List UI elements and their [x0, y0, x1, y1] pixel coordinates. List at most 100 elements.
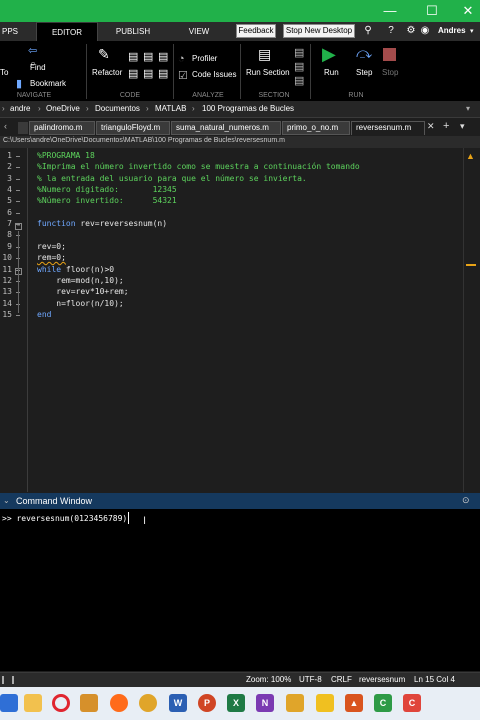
code-line[interactable]: %PROGRAMA 18	[37, 151, 95, 160]
smart-indent-icon[interactable]: ▤	[158, 67, 168, 80]
command-window-menu-icon[interactable]: ⊙	[462, 495, 470, 506]
run-section-button[interactable]: Run Section	[246, 68, 290, 77]
code-line[interactable]: function rev=reversesnum(n)	[37, 219, 167, 228]
code-line[interactable]: %Numero digitado: 12345	[37, 185, 177, 194]
tab-editor[interactable]: EDITOR	[36, 22, 98, 41]
tab-apps[interactable]: PPS	[0, 22, 20, 41]
comment-icon[interactable]: ▤	[128, 50, 138, 63]
word-icon[interactable]: W	[169, 694, 187, 712]
file-path: C:\Users\andre\OneDrive\Documentos\MATLA…	[3, 137, 285, 144]
code-issues-button[interactable]: Code Issues	[192, 70, 236, 79]
chevron-down-icon[interactable]: ▾	[466, 104, 470, 113]
breadcrumb-onedrive[interactable]: OneDrive	[46, 104, 80, 113]
refactor-button[interactable]: Refactor	[92, 68, 122, 77]
breakpoint-marker[interactable]	[16, 156, 20, 157]
breakpoint-marker[interactable]	[16, 179, 20, 180]
tab-publish[interactable]: PUBLISH	[100, 22, 166, 41]
minimize-icon[interactable]: —	[372, 0, 408, 22]
feedback-button[interactable]: Feedback	[236, 24, 276, 38]
tab-menu-icon[interactable]: ▾	[460, 121, 465, 132]
breadcrumb-andre[interactable]: andre	[10, 104, 30, 113]
breakpoint-marker[interactable]	[16, 190, 20, 191]
code-line[interactable]: rem=0;	[37, 253, 66, 262]
wrap-icon[interactable]: ▤	[158, 50, 168, 63]
breakpoint-marker[interactable]	[16, 213, 20, 214]
user-menu[interactable]: Andres	[438, 26, 466, 35]
excel-icon[interactable]: X	[227, 694, 245, 712]
command-window[interactable]	[0, 509, 480, 671]
code-line[interactable]: while floor(n)>0	[37, 265, 114, 274]
tab-suma-natural-numeros[interactable]: suma_natural_numeros.m	[171, 121, 281, 135]
find-button[interactable]: Find	[30, 63, 46, 72]
tab-overflow[interactable]	[18, 122, 28, 134]
uncomment-icon[interactable]: ▤	[128, 67, 138, 80]
warning-icon[interactable]: ▲	[466, 151, 475, 161]
line-number: 4	[7, 185, 12, 194]
settings-icon[interactable]: ⚙	[404, 24, 418, 38]
bookmark-button[interactable]: Bookmark	[30, 79, 66, 88]
profiler-button[interactable]: Profiler	[192, 54, 217, 63]
breadcrumb-folder[interactable]: 100 Programas de Bucles	[202, 104, 294, 113]
tab-trianguloFloyd[interactable]: trianguloFloyd.m	[96, 121, 170, 135]
code-line[interactable]: rev=0;	[37, 242, 66, 251]
step-button[interactable]: Step	[356, 68, 372, 77]
run-button[interactable]: Run	[324, 68, 339, 77]
tab-palindromo[interactable]: palindromo.m	[29, 121, 95, 135]
line-number: 1	[7, 151, 12, 160]
encoding: UTF-8	[299, 675, 322, 684]
firefox-icon[interactable]	[110, 694, 128, 712]
stop-button[interactable]: Stop	[382, 68, 398, 77]
warning-marker[interactable]	[466, 264, 476, 266]
stop-icon	[383, 48, 396, 61]
close-icon[interactable]: ✕	[450, 0, 480, 22]
close-tab-icon[interactable]: ✕	[427, 121, 435, 132]
chevron-left-icon[interactable]: ‹	[4, 121, 7, 131]
run-advance-icon[interactable]: ▤	[294, 60, 304, 73]
breakpoint-marker[interactable]	[16, 315, 20, 316]
camtasia-recorder-icon[interactable]: C	[403, 694, 421, 712]
help-icon[interactable]: ?	[384, 24, 398, 38]
command-prompt[interactable]: >> reversesnum(0123456789)	[2, 514, 127, 523]
indent-icon[interactable]: ▤	[143, 50, 153, 63]
code-line[interactable]: end	[37, 310, 51, 319]
section-break-icon[interactable]: ▤	[294, 46, 304, 59]
breakpoint-marker[interactable]	[16, 201, 20, 202]
file-explorer-icon[interactable]	[24, 694, 42, 712]
code-line[interactable]: rev=rev*10+rem;	[37, 287, 128, 296]
tab-reversesnum[interactable]: reversesnum.m	[351, 121, 425, 135]
maximize-icon[interactable]: ☐	[414, 0, 450, 22]
stop-new-desktop-button[interactable]: Stop New Desktop	[283, 24, 355, 38]
matlab-icon[interactable]: ▲	[345, 694, 363, 712]
chrome-icon[interactable]	[139, 694, 157, 712]
go-to-button[interactable]: To	[0, 68, 8, 77]
folder-icon[interactable]	[80, 694, 98, 712]
notification-icon[interactable]: ◉	[418, 24, 432, 38]
powerpoint-icon[interactable]: P	[198, 694, 216, 712]
outdent-icon[interactable]: ▤	[143, 67, 153, 80]
code-line[interactable]: %Imprima el número invertido como se mue…	[37, 162, 360, 171]
chevron-down-icon[interactable]: ▾	[470, 27, 474, 35]
breadcrumb-matlab[interactable]: MATLAB	[155, 104, 186, 113]
code-line[interactable]: rem=mod(n,10);	[37, 276, 123, 285]
breadcrumb-documentos[interactable]: Documentos	[95, 104, 140, 113]
chevron-down-icon[interactable]: ⌄	[3, 496, 10, 505]
add-tab-icon[interactable]: +	[443, 120, 449, 132]
back-arrow-icon[interactable]: ⇦	[28, 44, 37, 57]
fold-function-icon[interactable]: −	[15, 223, 22, 230]
run-to-end-icon[interactable]: ▤	[294, 74, 304, 87]
onenote-icon[interactable]: N	[256, 694, 274, 712]
tab-view[interactable]: VIEW	[168, 22, 230, 41]
editor-scrollbar[interactable]	[463, 148, 480, 492]
opera-icon[interactable]	[52, 694, 70, 712]
code-line[interactable]: n=floor(n/10);	[37, 299, 123, 308]
tab-primo-o-no[interactable]: primo_o_no.m	[282, 121, 350, 135]
start-icon[interactable]	[0, 694, 18, 712]
breakpoint-marker[interactable]	[16, 167, 20, 168]
code-line[interactable]: % la entrada del usuario para que el núm…	[37, 174, 307, 183]
camtasia-icon[interactable]: C	[374, 694, 392, 712]
code-text: rev=reversesnum(n)	[75, 219, 168, 228]
app-icon[interactable]	[286, 694, 304, 712]
app-icon-2[interactable]	[316, 694, 334, 712]
search-icon[interactable]: ⚲	[361, 24, 375, 38]
code-line[interactable]: %Número invertido: 54321	[37, 196, 177, 205]
